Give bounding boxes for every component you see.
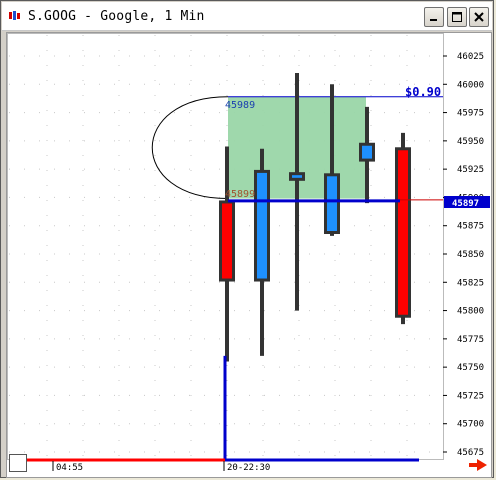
y-tick-label: 45725 [457,391,484,401]
candle-body [324,173,340,235]
y-axis: 4602546000459754595045925459004587545850… [443,52,484,458]
y-tick-label: 45700 [457,420,484,430]
scroll-right-icon[interactable] [469,459,487,471]
change-label: $0.90 [405,85,441,99]
close-button[interactable] [469,7,489,27]
y-tick-label: 45925 [457,165,484,175]
x-axis: 04:55 20-22:30 [27,458,419,473]
current-price-tag: 45897 [444,196,490,209]
window-title: S.GOOG - Google, 1 Min [28,9,205,24]
y-tick-label: 46000 [457,80,484,90]
maximize-button[interactable] [447,7,467,27]
candle-body [254,169,270,282]
candle-body [359,142,375,162]
close-icon [474,12,484,22]
y-tick-label: 45975 [457,109,484,119]
current-price-text: 45897 [452,199,479,209]
y-tick-label: 45800 [457,307,484,317]
candle-body [289,172,305,181]
selection-top-value: 45989 [225,100,255,111]
x-tick-label: 20-22:30 [227,463,270,473]
y-tick-label: 45825 [457,278,484,288]
title-bar[interactable]: S.GOOG - Google, 1 Min [2,2,492,31]
maximize-icon [452,12,462,22]
y-tick-label: 45750 [457,363,484,373]
y-tick-label: 45875 [457,222,484,232]
y-tick-label: 45775 [457,335,484,345]
x-tick-label: 04:55 [56,463,83,473]
selection-bottom-value: 45899 [225,189,255,200]
y-tick-label: 45675 [457,448,484,458]
chart-app-icon [8,10,22,22]
candlestick-chart[interactable]: 4602546000459754595045925459004587545850… [7,33,491,477]
y-tick-label: 46025 [457,52,484,62]
y-tick-label: 45950 [457,137,484,147]
candle-body [219,200,235,282]
chart-window: S.GOOG - Google, 1 Min 46025 46000 45975 45… [0,0,494,478]
y-tick-label: 45850 [457,250,484,260]
minimize-icon [430,19,437,21]
candle-body [395,147,411,318]
corner-toggle[interactable] [9,454,27,472]
chart-area[interactable]: 4602546000459754595045925459004587545850… [6,32,492,478]
minimize-button[interactable] [424,7,444,27]
